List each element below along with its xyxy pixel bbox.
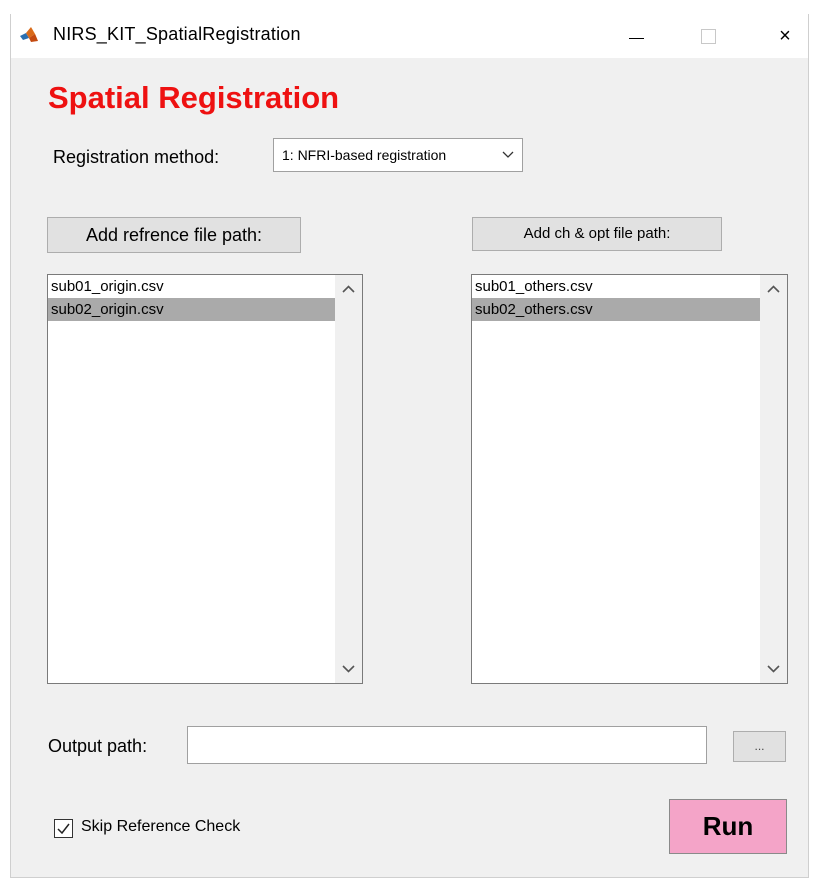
scroll-up-icon[interactable] — [335, 277, 362, 301]
scroll-down-icon[interactable] — [335, 657, 362, 681]
registration-method-value: 1: NFRI-based registration — [282, 147, 447, 163]
list-item-selected[interactable]: sub02_others.csv — [472, 298, 760, 321]
list-item[interactable]: sub01_origin.csv — [48, 275, 335, 298]
window-title: NIRS_KIT_SpatialRegistration — [53, 24, 301, 44]
checkmark-icon — [57, 823, 70, 835]
app-window: NIRS_KIT_SpatialRegistration × Spatial R… — [10, 14, 809, 878]
browse-button[interactable]: ... — [733, 731, 786, 762]
add-ch-opt-file-button[interactable]: Add ch & opt file path: — [472, 217, 722, 251]
maximize-button[interactable] — [694, 22, 722, 50]
skip-reference-check-checkbox[interactable] — [54, 819, 73, 838]
chevron-down-icon — [500, 139, 516, 182]
skip-reference-check-label: Skip Reference Check — [81, 818, 241, 835]
reference-file-items: sub01_origin.csv sub02_origin.csv — [48, 275, 335, 683]
run-button[interactable]: Run — [669, 799, 787, 854]
output-path-label: Output path: — [48, 736, 148, 756]
reference-file-list[interactable]: sub01_origin.csv sub02_origin.csv — [47, 274, 363, 684]
registration-method-select[interactable]: 1: NFRI-based registration — [273, 138, 523, 172]
scroll-up-icon[interactable] — [760, 277, 787, 301]
maximize-icon — [700, 29, 716, 45]
list-item-selected[interactable]: sub02_origin.csv — [48, 298, 335, 321]
title-bar[interactable]: NIRS_KIT_SpatialRegistration × — [11, 14, 808, 58]
scroll-down-icon[interactable] — [760, 657, 787, 681]
output-path-input[interactable] — [187, 726, 707, 764]
matlab-icon — [20, 27, 38, 42]
scrollbar[interactable] — [335, 275, 362, 683]
ch-opt-file-items: sub01_others.csv sub02_others.csv — [472, 275, 760, 683]
add-reference-file-button[interactable]: Add refrence file path: — [47, 217, 301, 253]
list-item[interactable]: sub01_others.csv — [472, 275, 760, 298]
close-button[interactable]: × — [771, 22, 799, 50]
page-title: Spatial Registration — [48, 80, 340, 115]
minimize-button[interactable] — [622, 22, 650, 50]
minimize-icon — [628, 38, 644, 40]
scrollbar[interactable] — [760, 275, 787, 683]
registration-method-label: Registration method: — [53, 147, 220, 167]
ch-opt-file-list[interactable]: sub01_others.csv sub02_others.csv — [471, 274, 788, 684]
